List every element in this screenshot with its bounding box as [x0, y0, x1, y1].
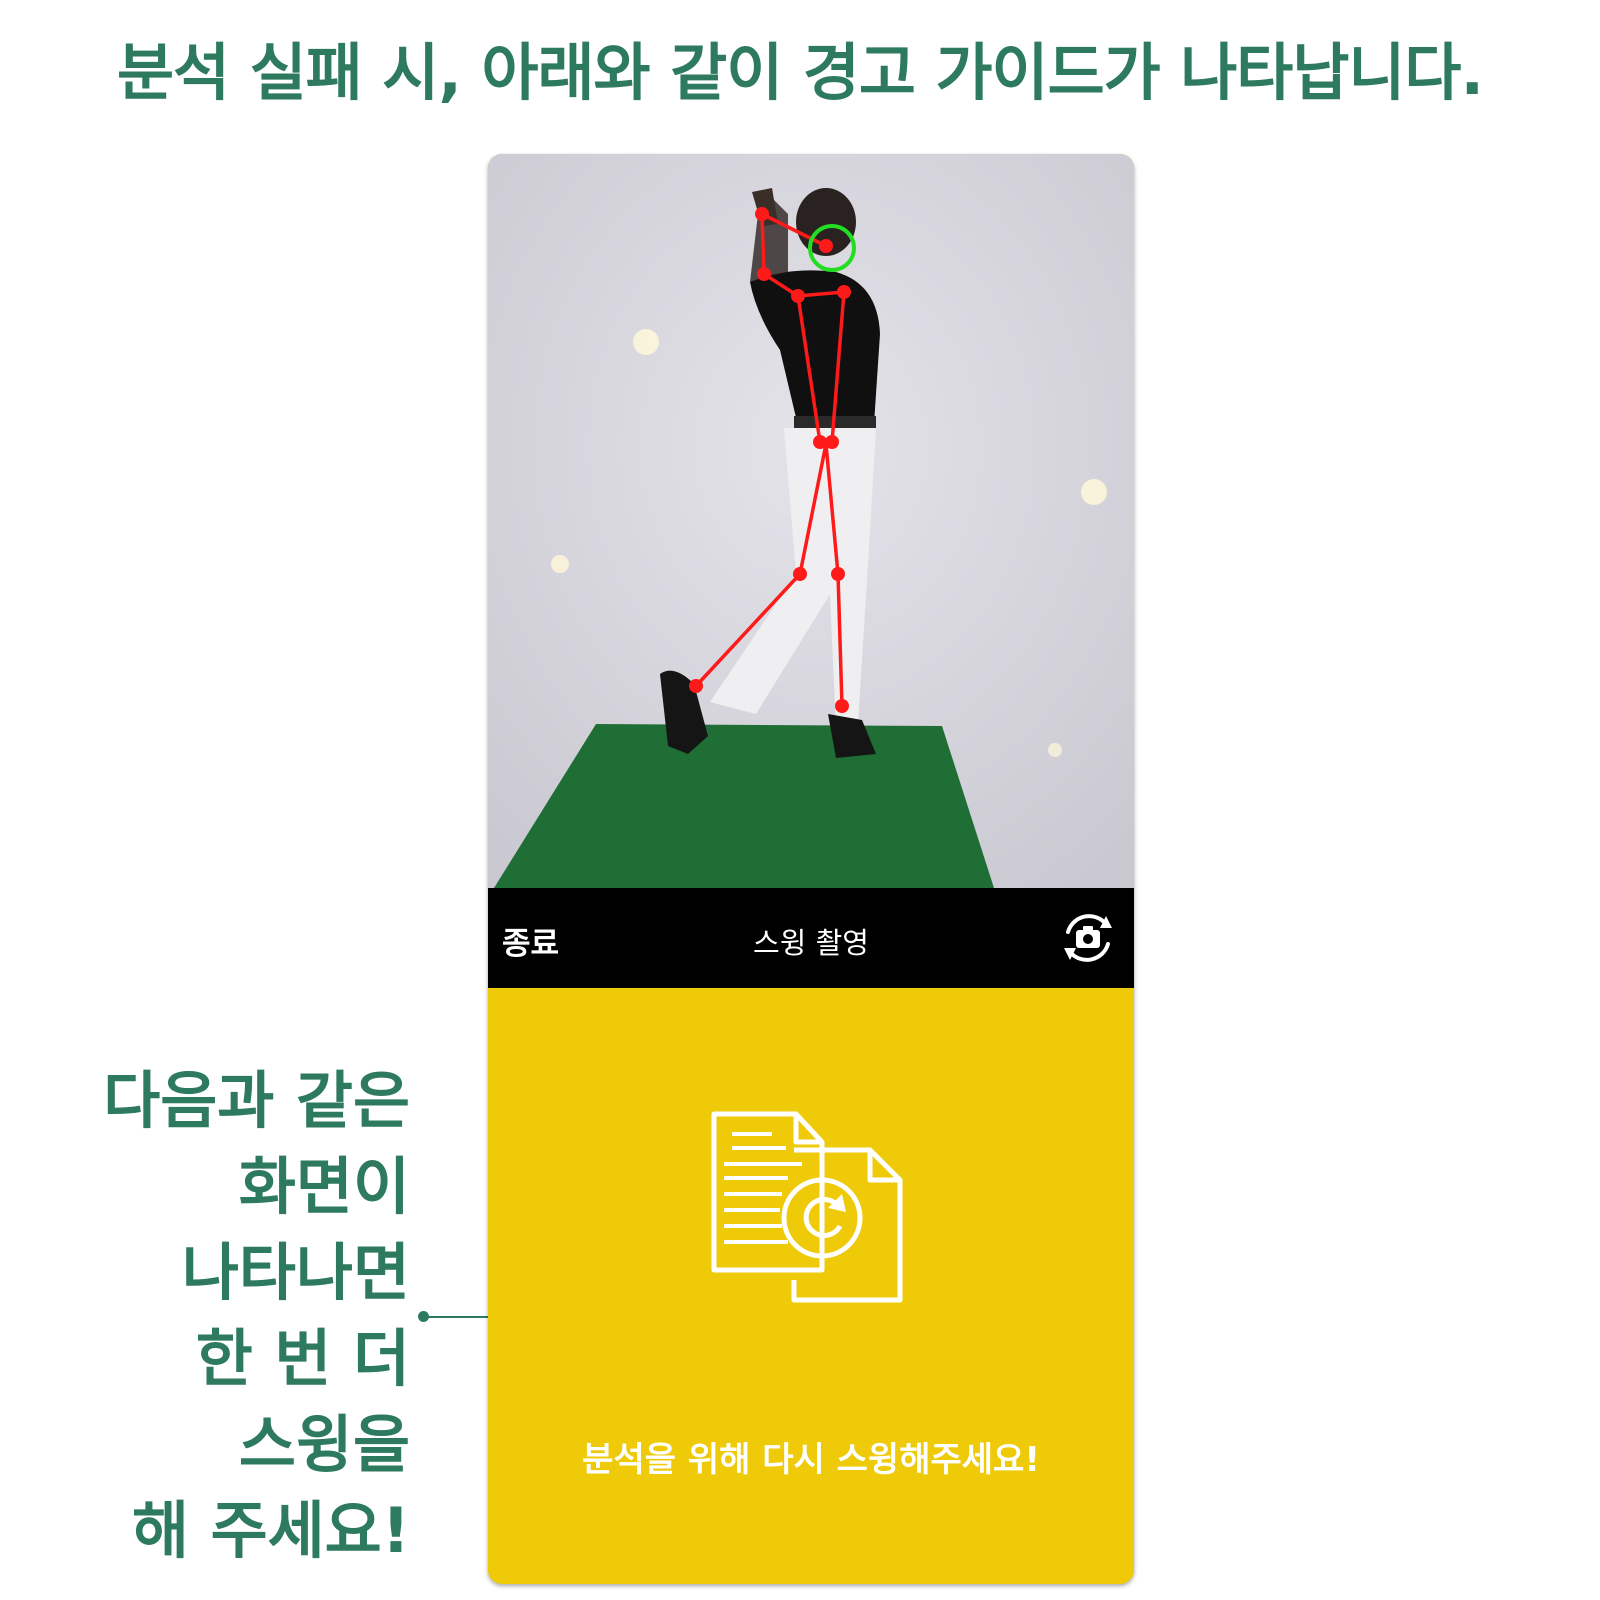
camera-preview: [488, 154, 1134, 888]
page-headline: 분석 실패 시, 아래와 같이 경고 가이드가 나타납니다.: [116, 36, 1484, 109]
warning-message: 분석을 위해 다시 스윙해주세요!: [582, 1440, 1040, 1480]
side-note-line: 화면이: [238, 1150, 410, 1223]
side-note-line: 해 주세요!: [131, 1494, 410, 1567]
side-note-line: 한 번 더: [195, 1322, 410, 1395]
analysis-failed-panel: 분석을 위해 다시 스윙해주세요!: [488, 988, 1134, 1584]
side-note-line: 다음과 같은: [103, 1064, 410, 1137]
phone-screenshot: 종료 스윙 촬영 분석을 위해 다시 스윙해주세요!: [488, 154, 1134, 1584]
side-note-line: 스윙을: [238, 1408, 410, 1481]
side-note-line: 나타나면: [181, 1236, 410, 1309]
camera-switch-icon[interactable]: [1056, 906, 1120, 970]
top-bar: 종료 스윙 촬영: [488, 888, 1134, 988]
document-refresh-icon: [711, 1111, 903, 1303]
screen-title: 스윙 촬영: [753, 926, 869, 960]
side-note: 다음과 같은 화면이 나타나면 한 번 더 스윙을 해 주세요!: [0, 1058, 410, 1574]
